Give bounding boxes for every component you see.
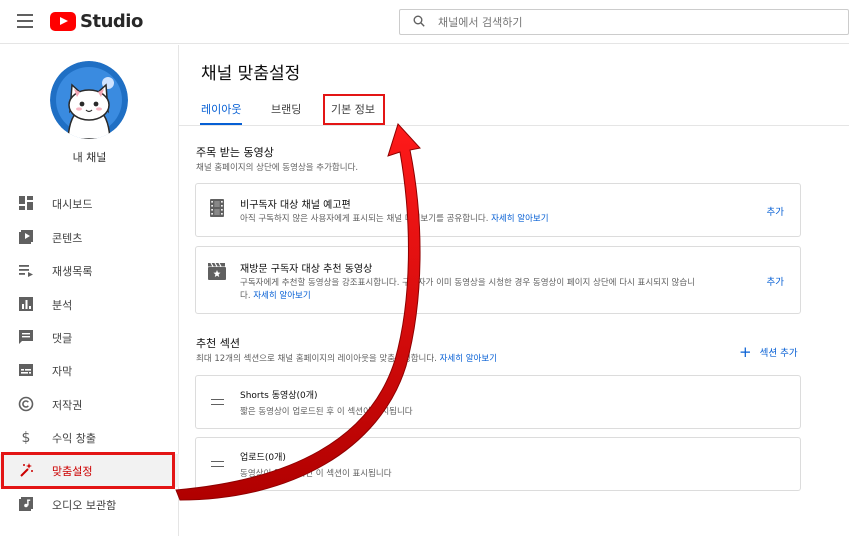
sidebar-item-subtitles[interactable]: 자막 <box>0 354 179 387</box>
tab-branding[interactable]: 브랜딩 <box>271 101 301 117</box>
drag-handle-icon[interactable] <box>211 399 224 405</box>
sidebar-item-label: 콘텐츠 <box>52 232 83 245</box>
copyright-icon <box>18 396 34 412</box>
sidebar-item-label: 재생목록 <box>52 265 93 278</box>
sidebar-item-label: 분석 <box>52 299 73 312</box>
youtube-play-icon <box>50 12 76 31</box>
sidebar-item-monetization[interactable]: $ 수익 창출 <box>0 421 179 454</box>
featured-section-title: 주목 받는 동영상 <box>196 146 274 159</box>
sidebar-item-playlists[interactable]: 재생목록 <box>0 254 179 287</box>
logo-text: Studio <box>80 11 143 32</box>
audio-library-icon <box>19 497 33 511</box>
trailer-card-title: 비구독자 대상 채널 예고편 <box>240 200 351 211</box>
sidebar-item-comments[interactable]: 댓글 <box>0 321 179 354</box>
learn-more-link[interactable]: 자세히 알아보기 <box>491 214 548 224</box>
top-bar: Studio <box>0 0 849 44</box>
section-card-shorts[interactable]: Shorts 동영상(0개) 짧은 동영상이 업로드된 후 이 섹션이 표시됩니… <box>195 375 801 429</box>
sections-title: 추천 섹션 <box>196 337 240 350</box>
featured-video-card: 재방문 구독자 대상 추천 동영상 구독자에게 추천할 동영상을 강조표시합니다… <box>195 246 801 314</box>
sidebar-item-label: 수익 창출 <box>52 432 96 445</box>
sidebar-item-label: 오디오 보관함 <box>52 499 117 512</box>
content-icon <box>19 230 33 244</box>
sidebar: 내 채널 대시보드 콘텐츠 재생목록 분석 댓글 자막 저작권 $ 수익 창출 … <box>0 45 179 536</box>
section-card-desc: 동영상이 업로드되면 이 섹션이 표시됩니다 <box>240 469 392 479</box>
sections-desc: 최대 12개의 섹션으로 채널 홈페이지의 레이아웃을 맞춤설정합니다. 자세히… <box>196 354 498 364</box>
sidebar-item-label: 저작권 <box>52 399 83 412</box>
featured-video-card-desc: 구독자에게 추천할 동영상을 강조표시합니다. 구독자가 이미 동영상을 시청한… <box>240 278 695 288</box>
studio-logo[interactable]: Studio <box>50 11 143 32</box>
film-icon <box>210 199 224 217</box>
add-trailer-button[interactable]: 추가 <box>767 204 784 218</box>
search-icon[interactable] <box>413 15 425 27</box>
search-box[interactable] <box>399 9 849 35</box>
section-card-desc: 짧은 동영상이 업로드된 후 이 섹션이 표시됩니다 <box>240 407 413 417</box>
learn-more-link[interactable]: 자세히 알아보기 <box>253 291 310 301</box>
tab-layout[interactable]: 레이아웃 <box>201 101 241 117</box>
sidebar-item-analytics[interactable]: 분석 <box>0 288 179 321</box>
sidebar-item-dashboard[interactable]: 대시보드 <box>0 187 179 220</box>
trailer-card: 비구독자 대상 채널 예고편 아직 구독하지 않은 사용자에게 표시되는 채널 … <box>195 183 801 237</box>
trailer-card-desc: 아직 구독하지 않은 사용자에게 표시되는 채널 미리보기를 공유합니다. 자세… <box>240 214 549 224</box>
add-featured-video-button[interactable]: 추가 <box>767 274 784 288</box>
sidebar-item-audio-library[interactable]: 오디오 보관함 <box>0 488 179 521</box>
clapperboard-icon <box>208 262 226 280</box>
tab-basic-info[interactable]: 기본 정보 <box>331 101 375 117</box>
magic-wand-icon <box>20 463 33 477</box>
featured-video-card-title: 재방문 구독자 대상 추천 동영상 <box>240 264 373 275</box>
playlist-icon <box>19 265 33 277</box>
sidebar-item-customization[interactable]: 맞춤설정 <box>0 454 179 487</box>
sidebar-item-label: 대시보드 <box>52 198 93 211</box>
hamburger-menu-icon[interactable] <box>17 14 33 28</box>
featured-video-card-desc-cont: 다. 자세히 알아보기 <box>240 291 311 301</box>
avatar[interactable] <box>50 61 128 139</box>
sidebar-item-copyright[interactable]: 저작권 <box>0 388 179 421</box>
subtitles-icon <box>19 364 33 376</box>
add-section-label: 섹션 추가 <box>759 348 798 359</box>
dollar-icon: $ <box>22 430 31 445</box>
svg-text:$: $ <box>22 430 31 445</box>
analytics-icon <box>19 297 33 311</box>
channel-label: 내 채널 <box>72 151 107 164</box>
add-section-button[interactable]: + 섹션 추가 <box>739 343 798 361</box>
dashboard-icon <box>19 196 33 210</box>
section-card-title: 업로드(0개) <box>240 453 286 463</box>
section-card-uploads[interactable]: 업로드(0개) 동영상이 업로드되면 이 섹션이 표시됩니다 <box>195 437 801 491</box>
sidebar-item-label: 자막 <box>52 365 73 378</box>
sidebar-item-label: 맞춤설정 <box>52 465 93 478</box>
search-input[interactable] <box>438 13 838 31</box>
page-title: 채널 맞춤설정 <box>201 64 301 84</box>
drag-handle-icon[interactable] <box>211 461 224 467</box>
comments-icon <box>19 330 33 344</box>
sidebar-item-label: 댓글 <box>52 332 73 345</box>
tabs-divider <box>179 125 849 126</box>
learn-more-link[interactable]: 자세히 알아보기 <box>440 354 497 364</box>
plus-icon: + <box>739 343 752 361</box>
featured-section-desc: 채널 홈페이지의 상단에 동영상을 추가합니다. <box>196 163 359 173</box>
sidebar-item-content[interactable]: 콘텐츠 <box>0 221 179 254</box>
section-card-title: Shorts 동영상(0개) <box>240 391 318 401</box>
